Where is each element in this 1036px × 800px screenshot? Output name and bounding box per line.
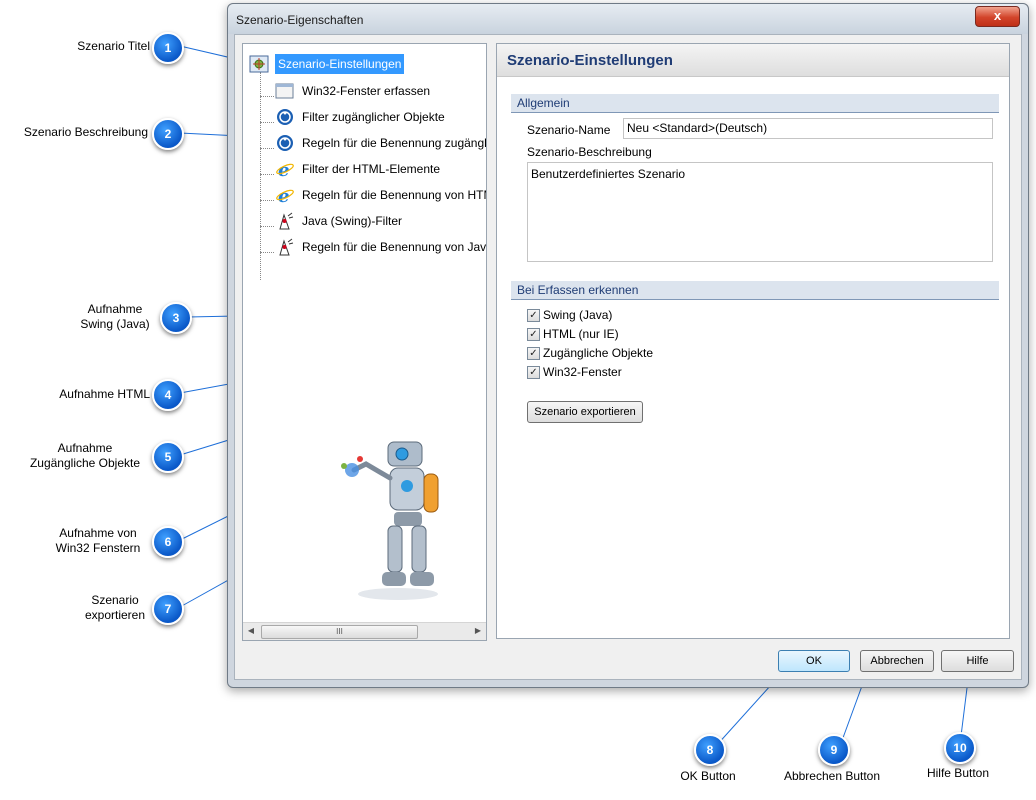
callout-badge: 2 (152, 118, 184, 150)
section-detect-title: Bei Erfassen erkennen (517, 283, 639, 297)
title-bar[interactable]: Szenario-Eigenschaften x (228, 4, 1028, 34)
tree-connector (260, 72, 261, 280)
help-button[interactable]: Hilfe (941, 650, 1014, 672)
scenario-name-value: Neu <Standard>(Deutsch) (627, 121, 768, 135)
scenario-description-label: Szenario-Beschreibung (527, 145, 652, 159)
tree-item-label: Regeln für die Benennung zugängl (302, 136, 487, 150)
tree-connector (260, 122, 274, 123)
tree-item-win32[interactable]: Win32-Fenster erfassen (275, 81, 485, 101)
tree-item-label: Szenario-Einstellungen (275, 54, 405, 74)
scrollbar-thumb[interactable]: III (261, 625, 418, 639)
close-icon: x (993, 8, 1002, 23)
tree-connector (260, 174, 274, 175)
callout-label: Szenario exportieren (84, 593, 146, 622)
close-button[interactable]: x (975, 6, 1020, 27)
callout-label: OK Button (680, 769, 736, 783)
java-duke-icon (275, 212, 295, 230)
tree-item-label: Filter zugänglicher Objekte (302, 110, 445, 124)
callout-label: Aufnahme Zugängliche Objekte (29, 441, 141, 470)
ok-button[interactable]: OK (778, 650, 850, 672)
cancel-button[interactable]: Abbrechen (860, 650, 934, 672)
accessibility-icon (275, 108, 295, 126)
tree-item-label: Regeln für die Benennung von HTM (302, 188, 487, 202)
callout-badge: 4 (152, 379, 184, 411)
tree-item-label: Win32-Fenster erfassen (302, 84, 431, 98)
tree-connector (260, 200, 274, 201)
callout-badge: 8 (694, 734, 726, 766)
tree-item-java-naming[interactable]: Regeln für die Benennung von Java (275, 237, 487, 257)
callout-badge: 10 (944, 732, 976, 764)
tree-horizontal-scrollbar[interactable]: ◀ III ▶ (243, 622, 486, 640)
window-icon (275, 82, 295, 100)
callout-badge: 1 (152, 32, 184, 64)
callout-label: Hilfe Button (926, 766, 990, 780)
tree-connector (260, 252, 274, 253)
callout-badge: 5 (152, 441, 184, 473)
checkbox-label: Swing (Java) (543, 308, 613, 322)
internet-explorer-icon: e (275, 160, 295, 181)
window-title: Szenario-Eigenschaften (236, 13, 364, 27)
tree-item-label: Regeln für die Benennung von Java (302, 240, 487, 254)
tree-item-html-filter[interactable]: e Filter der HTML-Elemente (275, 159, 485, 181)
export-scenario-button[interactable]: Szenario exportieren (527, 401, 643, 423)
internet-explorer-icon: e (275, 186, 295, 207)
scroll-grip: III (336, 627, 343, 636)
section-general-title: Allgemein (517, 96, 570, 110)
checkbox-label: HTML (nur IE) (543, 327, 619, 341)
tree-item-accessibility-filter[interactable]: Filter zugänglicher Objekte (275, 107, 485, 127)
tree-item-label: Java (Swing)-Filter (302, 214, 403, 228)
dialog-client: Szenario-Einstellungen Win32-Fenster erf… (234, 34, 1022, 680)
callout-label: Aufnahme HTML (59, 387, 150, 401)
scenario-name-input[interactable]: Neu <Standard>(Deutsch) (623, 118, 993, 139)
checkmark-icon: ✓ (527, 309, 540, 322)
checkmark-icon: ✓ (527, 328, 540, 341)
checkmark-icon: ✓ (527, 347, 540, 360)
scroll-right-icon[interactable]: ▶ (472, 626, 484, 636)
tree-item-scenario-settings[interactable]: Szenario-Einstellungen (249, 54, 479, 74)
checkbox-label: Zugängliche Objekte (543, 346, 654, 360)
tree-item-label: Filter der HTML-Elemente (302, 162, 441, 176)
robot-mascot-image (338, 434, 458, 604)
section-detect: Bei Erfassen erkennen (511, 281, 999, 300)
tree-item-java-filter[interactable]: Java (Swing)-Filter (275, 211, 485, 231)
checkbox-label: Win32-Fenster (543, 365, 622, 379)
panel-title: Szenario-Einstellungen (507, 52, 673, 69)
tree-item-html-naming[interactable]: e Regeln für die Benennung von HTM (275, 185, 487, 207)
tree-connector (260, 96, 274, 97)
callout-label: Aufnahme von Win32 Fenstern (55, 526, 141, 555)
tree-connector (260, 148, 274, 149)
java-duke-icon (275, 238, 295, 256)
checkmark-icon: ✓ (527, 366, 540, 379)
callout-label: Szenario Beschreibung (23, 125, 148, 139)
section-general: Allgemein (511, 94, 999, 113)
callout-badge: 9 (818, 734, 850, 766)
scenario-description-value: Benutzerdefiniertes Szenario (531, 167, 686, 181)
scenario-name-label: Szenario-Name (527, 123, 611, 137)
scenario-description-input[interactable]: Benutzerdefiniertes Szenario (527, 162, 993, 262)
callout-label: Aufnahme Swing (Java) (80, 302, 150, 331)
accessibility-icon (275, 134, 295, 152)
scenario-properties-dialog: Szenario-Eigenschaften x Szenario-Einste… (227, 3, 1029, 688)
tree-connector (260, 226, 274, 227)
settings-tree[interactable]: Szenario-Einstellungen Win32-Fenster erf… (242, 43, 487, 641)
scroll-left-icon[interactable]: ◀ (245, 626, 257, 636)
settings-panel: Szenario-Einstellungen Allgemein Szenari… (496, 43, 1010, 639)
callout-label: Abbrechen Button (783, 769, 881, 783)
callout-label: Szenario Titel (77, 39, 150, 53)
panel-header: Szenario-Einstellungen (497, 44, 1009, 77)
tree-item-accessibility-naming[interactable]: Regeln für die Benennung zugängl (275, 133, 487, 153)
callout-badge: 6 (152, 526, 184, 558)
scenario-settings-icon (249, 55, 269, 73)
